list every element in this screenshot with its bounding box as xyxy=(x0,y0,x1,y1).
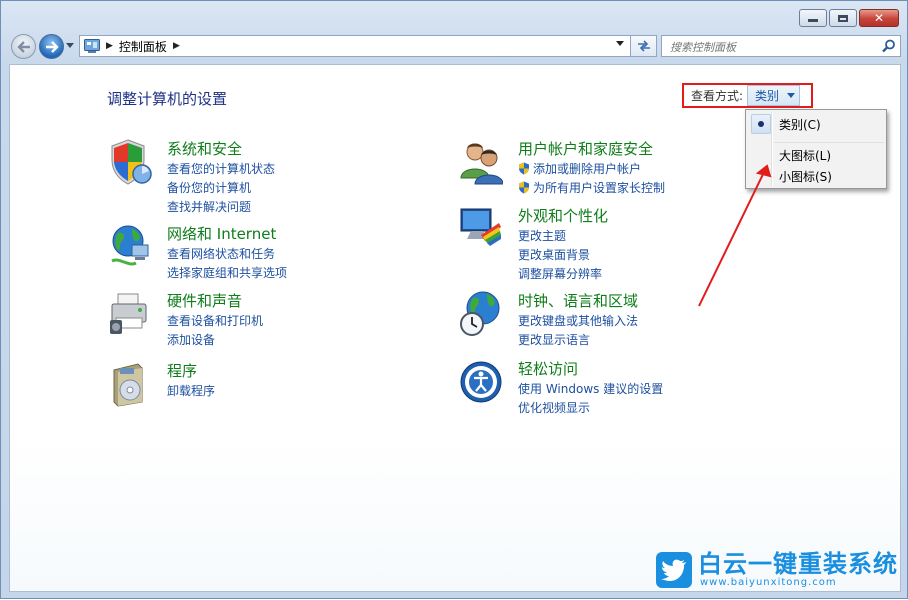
system-security-icon xyxy=(111,139,152,185)
link-devices-printers[interactable]: 查看设备和打印机 xyxy=(167,312,263,329)
category-title[interactable]: 用户帐户和家庭安全 xyxy=(518,138,653,159)
address-bar[interactable]: ▶ 控制面板 ▶ xyxy=(79,35,631,57)
breadcrumb-separator-icon: ▶ xyxy=(106,41,113,51)
breadcrumb-separator-icon[interactable]: ▶ xyxy=(173,41,180,51)
watermark-bird-icon xyxy=(656,551,692,588)
view-by-dropdown[interactable]: 类别 xyxy=(747,85,801,106)
link-view-network-status[interactable]: 查看网络状态和任务 xyxy=(167,245,275,262)
close-icon: ✕ xyxy=(873,11,885,25)
refresh-button[interactable] xyxy=(631,35,657,57)
category-title[interactable]: 系统和安全 xyxy=(167,138,242,159)
link-display-language[interactable]: 更改显示语言 xyxy=(518,331,590,348)
window-frame: ✕ ▶ 控制面板 ▶ 搜索控制面板 调整计算机的设置 查看方式: 类别 类别(C… xyxy=(0,0,908,599)
uac-shield-icon xyxy=(519,181,529,194)
uac-shield-icon xyxy=(519,162,529,175)
watermark: 白云一键重装系统 www.baiyunxitong.com xyxy=(656,551,898,588)
category-title[interactable]: 时钟、语言和区域 xyxy=(518,290,638,311)
link-change-theme[interactable]: 更改主题 xyxy=(518,227,566,244)
menu-item-large-icons[interactable]: 大图标(L) xyxy=(748,144,884,166)
category-title[interactable]: 网络和 Internet xyxy=(167,223,276,244)
link-view-computer-status[interactable]: 查看您的计算机状态 xyxy=(167,160,275,177)
search-box[interactable] xyxy=(661,35,901,58)
link-parental-controls[interactable]: 为所有用户设置家长控制 xyxy=(518,179,665,196)
link-optimize-video-display[interactable]: 优化视频显示 xyxy=(518,399,590,416)
close-button[interactable]: ✕ xyxy=(859,9,899,27)
ease-of-access-icon xyxy=(460,361,502,403)
address-dropdown-icon[interactable] xyxy=(616,41,624,46)
back-button[interactable] xyxy=(11,34,36,59)
page-title: 调整计算机的设置 xyxy=(107,90,228,108)
link-screen-resolution[interactable]: 调整屏幕分辨率 xyxy=(518,265,602,282)
menu-item-label: 类别(C) xyxy=(779,117,821,132)
watermark-name: 白云一键重装系统 xyxy=(698,550,898,578)
category-title[interactable]: 硬件和声音 xyxy=(167,290,242,311)
link-windows-recommended-settings[interactable]: 使用 Windows 建议的设置 xyxy=(518,380,663,397)
control-panel-icon xyxy=(84,39,100,53)
navigation-bar: ▶ 控制面板 ▶ xyxy=(9,33,901,61)
link-label: 添加或删除用户帐户 xyxy=(533,162,642,176)
maximize-button[interactable] xyxy=(829,9,857,27)
watermark-url: www.baiyunxitong.com xyxy=(700,577,837,588)
maximize-icon xyxy=(838,14,848,22)
view-by-label: 查看方式: xyxy=(691,89,744,103)
hardware-sound-icon xyxy=(110,293,147,334)
link-desktop-background[interactable]: 更改桌面背景 xyxy=(518,246,590,263)
link-keyboard-input[interactable]: 更改键盘或其他输入法 xyxy=(518,312,638,329)
link-label: 为所有用户设置家长控制 xyxy=(533,181,666,195)
back-arrow-icon xyxy=(16,40,30,53)
link-add-remove-accounts[interactable]: 添加或删除用户帐户 xyxy=(518,160,641,177)
refresh-icon xyxy=(637,40,650,52)
network-internet-icon xyxy=(111,225,149,266)
breadcrumb-control-panel[interactable]: 控制面板 xyxy=(119,38,167,55)
menu-item-label: 大图标(L) xyxy=(779,148,832,163)
window-controls: ✕ xyxy=(799,9,899,27)
appearance-icon xyxy=(460,208,501,246)
category-title[interactable]: 轻松访问 xyxy=(518,358,578,379)
user-accounts-icon xyxy=(460,143,503,185)
menu-item-label: 小图标(S) xyxy=(779,169,832,184)
view-by-menu: 类别(C) 大图标(L) 小图标(S) xyxy=(745,109,887,189)
menu-divider xyxy=(774,142,884,143)
minimize-icon xyxy=(808,19,818,22)
menu-item-category[interactable]: 类别(C) xyxy=(748,113,884,135)
programs-icon xyxy=(113,363,143,407)
view-by-selector: 查看方式: 类别 xyxy=(682,83,813,108)
search-input[interactable] xyxy=(668,37,882,58)
category-title[interactable]: 程序 xyxy=(167,360,197,381)
link-homegroup-sharing[interactable]: 选择家庭组和共享选项 xyxy=(167,264,287,281)
link-uninstall-program[interactable]: 卸载程序 xyxy=(167,382,215,399)
menu-item-small-icons[interactable]: 小图标(S) xyxy=(748,165,884,187)
category-title[interactable]: 外观和个性化 xyxy=(518,205,608,226)
link-backup-computer[interactable]: 备份您的计算机 xyxy=(167,179,251,196)
link-add-device[interactable]: 添加设备 xyxy=(167,331,215,348)
search-icon[interactable] xyxy=(882,39,896,53)
radio-selected-icon xyxy=(751,114,771,134)
view-by-value: 类别 xyxy=(755,89,780,103)
recent-pages-dropdown-icon[interactable] xyxy=(66,43,74,48)
minimize-button[interactable] xyxy=(799,9,827,27)
chevron-down-icon xyxy=(787,93,796,98)
forward-button[interactable] xyxy=(39,34,64,59)
clock-region-icon xyxy=(460,291,500,336)
control-panel-content: 调整计算机的设置 查看方式: 类别 类别(C) 大图标(L) 小图标(S) 系统… xyxy=(9,64,901,592)
link-troubleshoot[interactable]: 查找并解决问题 xyxy=(167,198,251,215)
forward-arrow-icon xyxy=(45,40,59,53)
